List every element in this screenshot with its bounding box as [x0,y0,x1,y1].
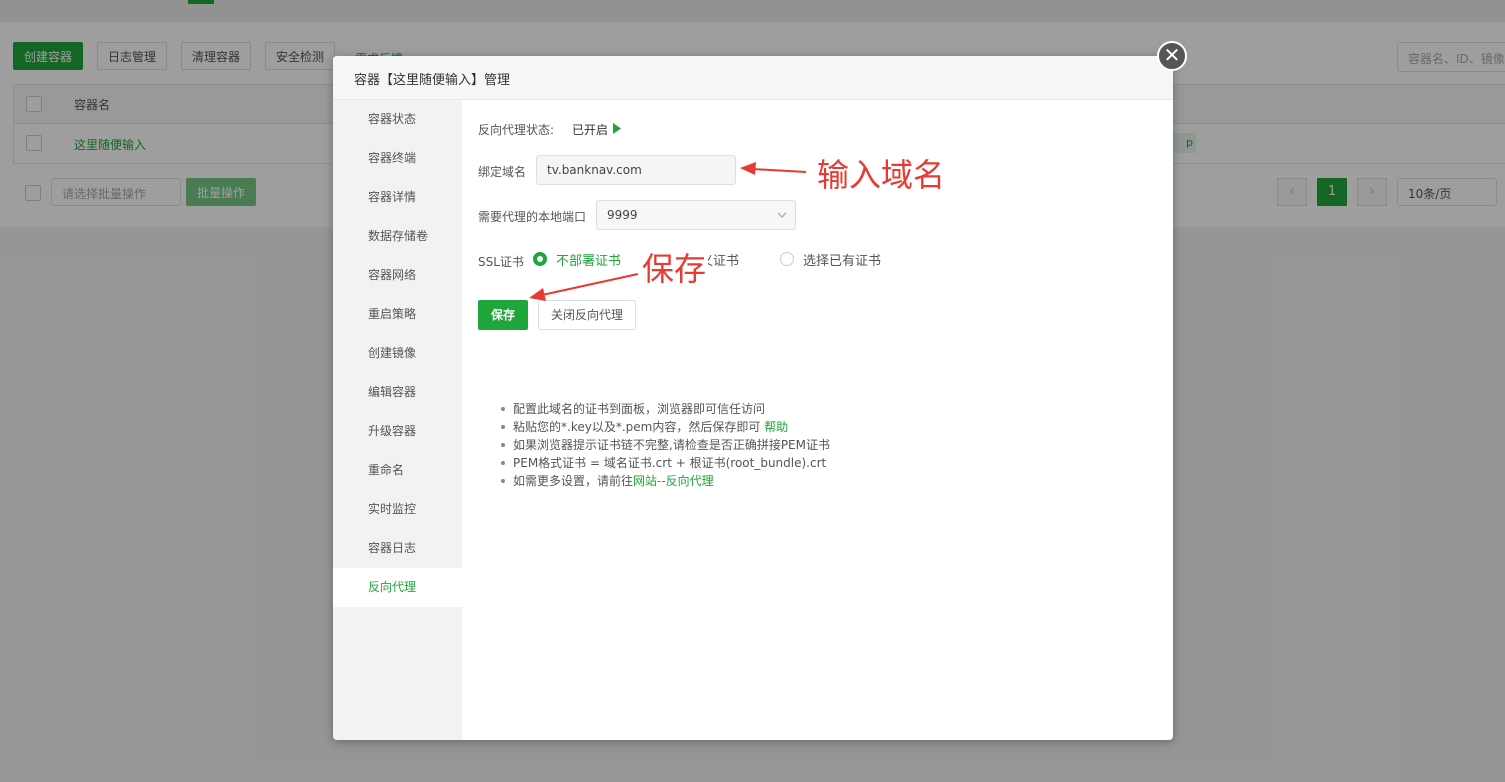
annotation-arrows [529,162,807,301]
arrow-icon-domain [740,162,807,175]
arrow-icon-save [529,273,639,301]
